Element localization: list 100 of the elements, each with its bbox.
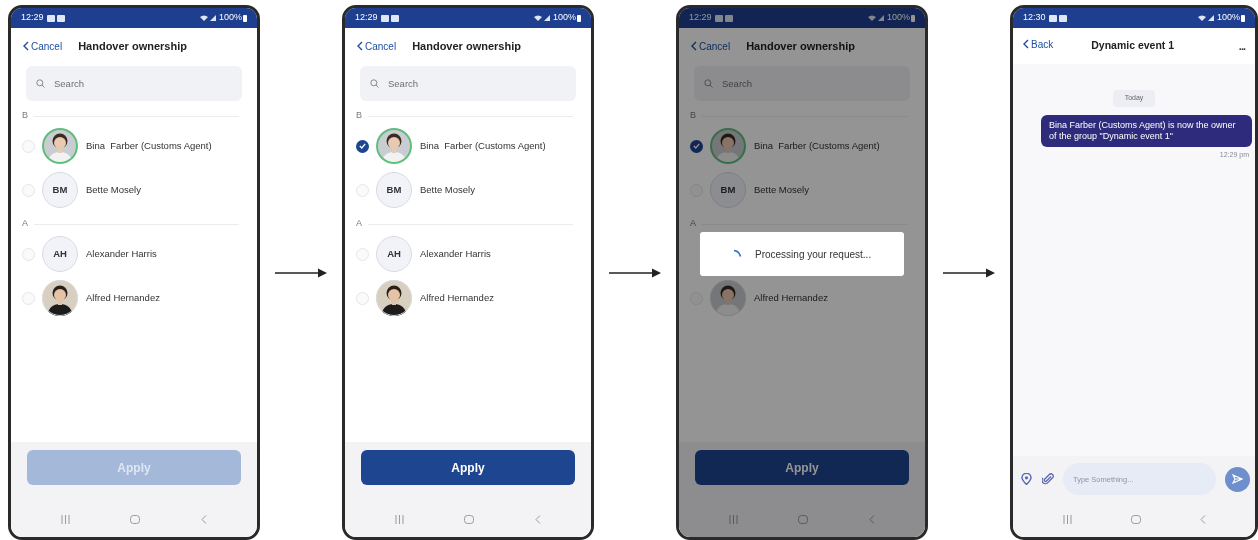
radio-button[interactable] xyxy=(22,247,35,261)
contact-row[interactable]: BM Bette Mosely xyxy=(11,168,257,212)
send-button[interactable] xyxy=(1225,466,1250,492)
section-letter: A xyxy=(356,217,363,231)
contact-name: Alfred Hernandez xyxy=(754,290,828,305)
cancel-button[interactable]: Cancel xyxy=(357,38,397,54)
recent-apps-icon[interactable] xyxy=(1062,515,1072,524)
arrow-icon xyxy=(275,267,327,278)
search-icon xyxy=(36,79,45,88)
contact-row[interactable]: Bina Farber (Customs Agent) xyxy=(345,124,591,168)
avatar-initials: BM xyxy=(376,172,412,208)
contact-row[interactable]: Alfred Hernandez xyxy=(345,276,591,320)
contact-row[interactable]: Bina Farber (Customs Agent) xyxy=(679,124,925,168)
radio-button[interactable] xyxy=(356,291,369,305)
contact-name: Bina Farber (Customs Agent) xyxy=(754,138,880,153)
search-field[interactable]: Search xyxy=(360,66,576,101)
contact-row[interactable]: Alfred Hernandez xyxy=(679,276,925,320)
back-icon[interactable] xyxy=(1199,515,1206,524)
more-button[interactable]: ... xyxy=(1238,37,1245,55)
battery-level: 100% xyxy=(552,11,576,25)
radio-button[interactable] xyxy=(690,139,703,153)
signal-icon xyxy=(866,14,885,22)
battery-icon xyxy=(577,14,581,22)
contact-row[interactable]: AH Alexander Harris xyxy=(11,232,257,276)
contact-row[interactable]: AH Alexander Harris xyxy=(345,232,591,276)
home-icon[interactable] xyxy=(464,515,475,524)
avatar-initials: AH xyxy=(42,236,78,272)
chat-title: Dynamic event 1 xyxy=(1091,38,1175,54)
search-field[interactable]: Search xyxy=(26,66,242,101)
contact-row[interactable]: Alfred Hernandez xyxy=(11,276,257,320)
contact-name: Alexander Harris xyxy=(420,246,491,261)
home-icon[interactable] xyxy=(130,515,141,524)
radio-button[interactable] xyxy=(356,183,369,197)
status-time: 12:29 xyxy=(355,11,378,25)
recent-apps-icon[interactable] xyxy=(395,515,405,524)
screen-title: Handover ownership xyxy=(746,38,855,54)
contact-name: Alfred Hernandez xyxy=(420,290,494,305)
radio-button[interactable] xyxy=(22,139,35,153)
recent-apps-icon[interactable] xyxy=(729,515,739,524)
section-letter: B xyxy=(356,109,363,123)
battery-icon xyxy=(911,14,915,22)
radio-button[interactable] xyxy=(356,247,369,261)
contact-name: Bette Mosely xyxy=(86,182,141,197)
status-time: 12:29 xyxy=(21,11,44,25)
message-bubble: Bina Farber (Customs Agent) is now the owner of the group "Dynamic event 1" xyxy=(1041,114,1252,147)
contact-row[interactable]: Bina Farber (Customs Agent) xyxy=(11,124,257,168)
radio-button[interactable] xyxy=(22,291,35,305)
contact-row[interactable]: BM Bette Mosely xyxy=(345,168,591,212)
cancel-button[interactable]: Cancel xyxy=(691,38,731,54)
paperclip-icon[interactable] xyxy=(1042,473,1054,485)
contact-name: Bina Farber (Customs Agent) xyxy=(86,138,212,153)
spinner-icon xyxy=(732,249,742,259)
apply-button[interactable]: Apply xyxy=(695,450,909,485)
progress-message: Processing your request... xyxy=(755,247,872,262)
cancel-button[interactable]: Cancel xyxy=(23,38,63,54)
battery-icon xyxy=(243,14,247,22)
section-letter: A xyxy=(22,217,29,231)
back-button[interactable]: Back xyxy=(1023,36,1054,52)
search-field[interactable]: Search xyxy=(694,66,910,101)
apply-button[interactable]: Apply xyxy=(361,450,575,485)
section-letter: A xyxy=(690,217,697,231)
back-icon[interactable] xyxy=(868,515,875,524)
chevron-left-icon xyxy=(1023,39,1029,49)
arrow-icon xyxy=(943,267,995,278)
contact-name: Alexander Harris xyxy=(86,246,157,261)
contact-row[interactable]: BM Bette Mosely xyxy=(679,168,925,212)
battery-level: 100% xyxy=(218,11,242,25)
contact-name: Alfred Hernandez xyxy=(86,290,160,305)
battery-level: 100% xyxy=(1216,11,1240,25)
battery-icon xyxy=(1241,14,1245,22)
contact-name: Bette Mosely xyxy=(420,182,475,197)
home-icon[interactable] xyxy=(1130,515,1141,524)
check-icon xyxy=(693,143,700,149)
back-icon[interactable] xyxy=(200,515,207,524)
signal-icon xyxy=(1196,14,1215,22)
contact-name: Bina Farber (Customs Agent) xyxy=(420,138,546,153)
radio-button[interactable] xyxy=(356,139,369,153)
radio-button[interactable] xyxy=(22,183,35,197)
recent-apps-icon[interactable] xyxy=(61,515,71,524)
screen-title: Handover ownership xyxy=(78,38,187,54)
avatar-initials: AH xyxy=(376,236,412,272)
section-letter: B xyxy=(690,109,697,123)
location-pin-icon[interactable] xyxy=(1021,473,1032,485)
screen-title: Handover ownership xyxy=(412,38,521,54)
status-time: 12:30 xyxy=(1023,11,1046,25)
search-icon xyxy=(704,79,713,88)
chevron-left-icon xyxy=(691,41,697,51)
send-icon xyxy=(1232,474,1243,484)
avatar-initials: BM xyxy=(42,172,78,208)
battery-level: 100% xyxy=(886,11,910,25)
arrow-icon xyxy=(609,267,661,278)
chevron-left-icon xyxy=(23,41,29,51)
back-icon[interactable] xyxy=(534,515,541,524)
check-icon xyxy=(359,143,366,149)
home-icon[interactable] xyxy=(798,515,809,524)
signal-icon xyxy=(198,14,217,22)
avatar-initials: BM xyxy=(710,172,746,208)
signal-icon xyxy=(532,14,551,22)
contact-name: Bette Mosely xyxy=(754,182,809,197)
section-letter: B xyxy=(22,109,29,123)
